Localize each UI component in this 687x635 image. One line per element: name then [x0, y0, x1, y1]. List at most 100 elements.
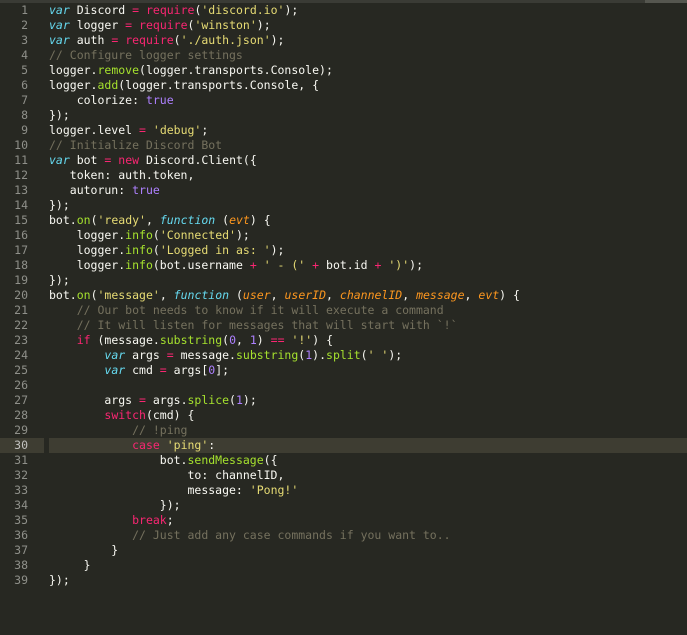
code-line[interactable]: }	[49, 543, 687, 558]
code-line[interactable]: args = args.splice(1);	[49, 393, 687, 408]
code-token: }	[49, 558, 91, 572]
code-line[interactable]: bot.on('message', function (user, userID…	[49, 288, 687, 303]
line-number: 17	[14, 243, 28, 257]
code-token: info	[125, 243, 153, 257]
line-number: 30	[0, 438, 44, 453]
code-token: });	[49, 498, 181, 512]
code-token: sendMessage	[187, 453, 264, 467]
code-token: 1	[235, 393, 243, 407]
code-token: token: auth.token,	[49, 168, 195, 182]
code-token: function	[173, 288, 230, 302]
code-line[interactable]: var args = message.substring(1).split(' …	[49, 348, 687, 363]
code-token: (logger.transports.Console);	[139, 63, 333, 77]
code-token: info	[125, 258, 153, 272]
code-line[interactable]: // !ping	[49, 423, 687, 438]
code-token: userID	[284, 288, 327, 302]
code-line[interactable]: // Just add any case commands if you wan…	[49, 528, 687, 543]
line-number: 8	[21, 108, 28, 122]
code-line[interactable]: colorize: true	[49, 93, 687, 108]
code-token: bot.	[49, 213, 77, 227]
code-line[interactable]: var auth = require('./auth.json');	[49, 33, 687, 48]
line-number: 13	[14, 183, 28, 197]
code-line[interactable]: // Initialize Discord Bot	[49, 138, 687, 153]
line-number: 18	[14, 258, 28, 272]
code-line[interactable]: autorun: true	[49, 183, 687, 198]
code-token: args	[125, 348, 167, 362]
line-number: 14	[14, 198, 28, 212]
code-token: ,	[145, 213, 160, 227]
code-token: remove	[97, 63, 140, 77]
code-editor[interactable]: 1 2 3 4 5 6 7 8 9 10 11 12 13 14 15 16 17 18 19 20 21 22 23 24 2…	[0, 0, 687, 635]
code-token: message:	[49, 483, 250, 497]
code-line[interactable]: message: 'Pong!'	[49, 483, 687, 498]
code-line[interactable]: });	[49, 498, 687, 513]
code-token: +	[249, 258, 257, 272]
code-token: (	[152, 243, 160, 257]
code-line[interactable]: bot.on('ready', function (evt) {	[49, 213, 687, 228]
code-line[interactable]: // Our bot needs to know if it will exec…	[49, 303, 687, 318]
code-token: on	[76, 288, 91, 302]
code-line[interactable]: var Discord = require('discord.io');	[49, 3, 687, 18]
code-token: (	[152, 228, 160, 242]
code-line[interactable]	[49, 378, 687, 393]
code-token: 1	[249, 333, 257, 347]
code-token: colorize:	[49, 93, 146, 107]
code-token: (cmd) {	[145, 408, 195, 422]
code-token: (	[173, 33, 181, 47]
code-line[interactable]: });	[49, 198, 687, 213]
line-number: 20	[14, 288, 28, 302]
line-number-gutter[interactable]: 1 2 3 4 5 6 7 8 9 10 11 12 13 14 15 16 17 18 19 20 21 22 23 24 2…	[0, 3, 44, 635]
line-number: 23	[14, 333, 28, 347]
code-token: =	[132, 3, 140, 17]
code-line[interactable]: });	[49, 573, 687, 588]
code-token: 'Pong!'	[249, 483, 299, 497]
code-line[interactable]: logger.add(logger.transports.Console, {	[49, 78, 687, 93]
code-line[interactable]: token: auth.token,	[49, 168, 687, 183]
code-line[interactable]: if (message.substring(0, 1) == '!') {	[49, 333, 687, 348]
code-line[interactable]: var bot = new Discord.Client({	[49, 153, 687, 168]
code-token: bot	[69, 153, 105, 167]
code-line[interactable]: case 'ping':	[49, 438, 687, 453]
code-area[interactable]: var Discord = require('discord.io'); var …	[49, 3, 687, 635]
code-line[interactable]: });	[49, 273, 687, 288]
code-line[interactable]: }	[49, 558, 687, 573]
code-token: Discord.Client({	[139, 153, 257, 167]
code-line[interactable]: bot.sendMessage({	[49, 453, 687, 468]
code-token: =	[159, 363, 167, 377]
code-line[interactable]: logger.info(bot.username + ' - (' + bot.…	[49, 258, 687, 273]
code-token: to: channelID,	[49, 468, 285, 482]
line-number: 31	[14, 453, 28, 467]
code-line[interactable]: var logger = require('winston');	[49, 18, 687, 33]
code-line[interactable]: logger.remove(logger.transports.Console)…	[49, 63, 687, 78]
code-token: (	[215, 213, 230, 227]
code-token: message.	[173, 348, 236, 362]
code-token: args[	[166, 363, 209, 377]
code-line[interactable]: switch(cmd) {	[49, 408, 687, 423]
code-line[interactable]: });	[49, 108, 687, 123]
code-line[interactable]: logger.info('Connected');	[49, 228, 687, 243]
line-number: 16	[14, 228, 28, 242]
code-token: ) {	[499, 288, 520, 302]
code-line[interactable]: // Configure logger settings	[49, 48, 687, 63]
line-number: 38	[14, 558, 28, 572]
code-line[interactable]: logger.level = 'debug';	[49, 123, 687, 138]
code-token: ,	[236, 333, 250, 347]
code-line[interactable]: to: channelID,	[49, 468, 687, 483]
code-token: // Our bot needs to know if it will exec…	[76, 303, 444, 317]
code-token: (	[229, 288, 243, 302]
code-token: on	[76, 213, 91, 227]
code-line[interactable]: // It will listen for messages that will…	[49, 318, 687, 333]
code-line[interactable]: var cmd = args[0];	[49, 363, 687, 378]
code-line[interactable]: logger.info('Logged in as: ');	[49, 243, 687, 258]
line-number: 15	[14, 213, 28, 227]
code-line[interactable]: break;	[49, 513, 687, 528]
code-token: args.	[145, 393, 188, 407]
code-token: 'ping'	[166, 438, 209, 452]
